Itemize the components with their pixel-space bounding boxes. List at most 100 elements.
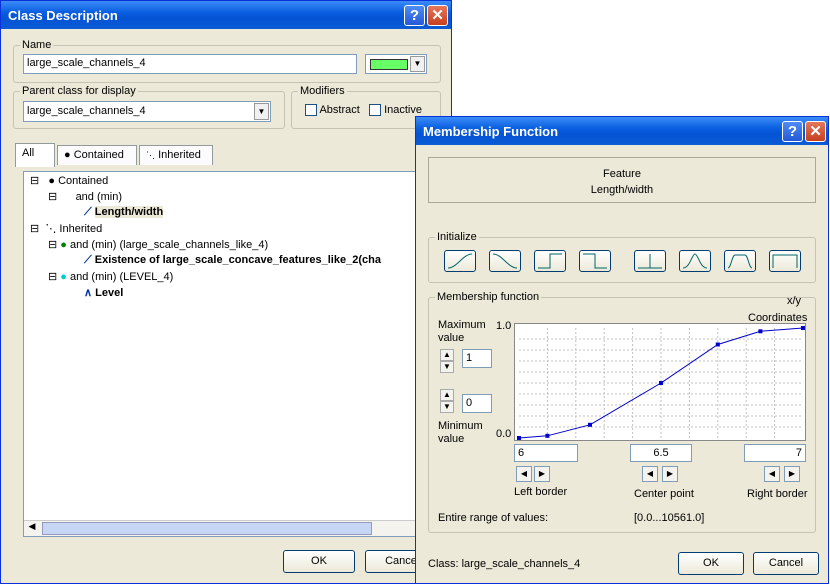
feature-value: Length/width bbox=[590, 184, 654, 196]
parent-class-select[interactable]: large_scale_channels_4 ▼ bbox=[23, 101, 271, 122]
class-label: Class: large_scale_channels_4 bbox=[428, 558, 581, 570]
membership-chart[interactable] bbox=[514, 323, 806, 441]
chevron-down-icon[interactable]: ▼ bbox=[254, 103, 269, 120]
green-circle-icon: ● bbox=[60, 239, 67, 251]
name-field[interactable]: large_scale_channels_4 bbox=[23, 54, 357, 74]
right-border-increase[interactable]: ▶ bbox=[784, 466, 800, 482]
function-icon: ⟋ bbox=[84, 206, 92, 218]
scroll-left-icon[interactable]: ◀ bbox=[24, 521, 40, 536]
chevron-down-icon[interactable]: ▼ bbox=[410, 56, 425, 72]
ok-label: OK bbox=[703, 557, 719, 569]
inactive-checkbox[interactable]: Inactive bbox=[369, 104, 422, 117]
close-icon[interactable]: ✕ bbox=[805, 121, 826, 142]
tree-node-and-min-level[interactable]: ⊟ ● and (min) (LEVEL_4) bbox=[48, 270, 173, 283]
color-picker[interactable]: ▼ bbox=[365, 54, 427, 74]
max-stepper[interactable]: ▲ ▼ bbox=[440, 349, 454, 373]
ok-button[interactable]: OK bbox=[283, 550, 355, 573]
close-icon[interactable]: ✕ bbox=[427, 5, 448, 26]
class-description-titlebar[interactable]: Class Description bbox=[1, 1, 451, 29]
abstract-check[interactable] bbox=[305, 104, 317, 117]
modifiers-label: Modifiers bbox=[298, 85, 347, 97]
tree-label: Inherited bbox=[59, 223, 103, 235]
tab-inherited[interactable]: ⋱ Inherited bbox=[139, 145, 213, 165]
class-tree[interactable]: ⊟ ● Contained ⊟ and (min) ⟋ Length/width… bbox=[23, 171, 443, 537]
tab-all[interactable]: All bbox=[15, 143, 55, 167]
scroll-thumb[interactable] bbox=[42, 522, 372, 535]
arrow-down-icon[interactable]: ▼ bbox=[440, 361, 454, 373]
cancel-label: Cance bbox=[385, 555, 417, 567]
right-border-decrease[interactable]: ◀ bbox=[764, 466, 780, 482]
name-label: Name bbox=[20, 39, 54, 51]
y-top-label: 1.0 bbox=[496, 320, 512, 332]
tree-label: and (min) bbox=[75, 191, 123, 203]
rectangle-icon bbox=[772, 254, 798, 268]
trapezoid-icon bbox=[727, 254, 753, 269]
min-value-field[interactable]: 0 bbox=[462, 394, 492, 413]
s-curve-button[interactable] bbox=[444, 250, 476, 272]
ok-label: OK bbox=[311, 555, 327, 567]
trapezoid-button[interactable] bbox=[724, 250, 756, 272]
curve-point[interactable] bbox=[758, 329, 763, 334]
range-label: Entire range of values: bbox=[438, 512, 549, 524]
curve-point[interactable] bbox=[715, 342, 720, 347]
left-border-field[interactable]: 6 bbox=[514, 444, 578, 462]
arrow-up-icon[interactable]: ▲ bbox=[440, 349, 454, 361]
tree-node-length-width[interactable]: ⟋ Length/width bbox=[84, 206, 164, 219]
abstract-checkbox[interactable]: Abstract bbox=[305, 104, 360, 117]
step-down-button[interactable] bbox=[579, 250, 611, 272]
step-up-button[interactable] bbox=[534, 250, 566, 272]
curve-point[interactable] bbox=[545, 433, 550, 438]
arrow-up-icon[interactable]: ▲ bbox=[440, 389, 454, 401]
xy-label: x/y bbox=[787, 295, 802, 307]
tab-contained[interactable]: ● Contained bbox=[57, 145, 137, 165]
curve-point[interactable] bbox=[659, 381, 663, 385]
ok-button[interactable]: OK bbox=[678, 552, 744, 575]
tree-node-and-min-channels[interactable]: ⊟ ● and (min) (large_scale_channels_like… bbox=[48, 238, 268, 251]
curve-point[interactable] bbox=[801, 326, 805, 330]
right-border-field[interactable]: 7 bbox=[744, 444, 806, 462]
tree-label: Level bbox=[95, 287, 124, 299]
z-curve-button[interactable] bbox=[489, 250, 521, 272]
arrow-down-icon[interactable]: ▼ bbox=[440, 401, 454, 413]
max-label: Maximum value bbox=[438, 319, 486, 344]
curve-point[interactable] bbox=[588, 422, 592, 427]
step-up-icon bbox=[538, 253, 562, 269]
left-border-decrease[interactable]: ◀ bbox=[516, 466, 532, 482]
horizontal-scrollbar[interactable]: ◀ bbox=[24, 520, 442, 536]
feature-label: Feature bbox=[603, 168, 641, 180]
bell-curve-icon bbox=[682, 253, 708, 269]
triangle-button[interactable] bbox=[679, 250, 711, 272]
tree-node-level[interactable]: ∧ Level bbox=[84, 286, 123, 299]
curve-point[interactable] bbox=[517, 436, 521, 440]
membership-function-titlebar[interactable]: Membership Function bbox=[416, 117, 828, 145]
rectangle-button[interactable] bbox=[769, 250, 801, 272]
inherit-icon: ⋱ bbox=[146, 150, 155, 160]
tree-node-inherited[interactable]: ⊟ ⋱ Inherited bbox=[30, 222, 102, 235]
max-value-field[interactable]: 1 bbox=[462, 349, 492, 368]
cancel-label: Cancel bbox=[768, 557, 804, 569]
help-icon[interactable]: ? bbox=[782, 121, 803, 142]
center-point-label: Center point bbox=[634, 488, 694, 500]
left-border-increase[interactable]: ▶ bbox=[534, 466, 550, 482]
tree-node-and-min[interactable]: ⊟ and (min) bbox=[48, 190, 122, 203]
singleton-button[interactable] bbox=[634, 250, 666, 272]
tree-label: Existence of large_scale_concave_feature… bbox=[94, 254, 381, 266]
tree-node-existence[interactable]: ⟋ Existence of large_scale_concave_featu… bbox=[84, 254, 381, 267]
center-decrease[interactable]: ◀ bbox=[642, 466, 658, 482]
abstract-label: Abstract bbox=[319, 104, 360, 116]
dot-icon: ● bbox=[64, 149, 71, 161]
min-stepper[interactable]: ▲ ▼ bbox=[440, 389, 454, 413]
cancel-button[interactable]: Cancel bbox=[753, 552, 819, 575]
step-down-icon bbox=[583, 253, 607, 269]
min-label: Minimum value bbox=[438, 420, 483, 445]
center-point-field[interactable]: 6.5 bbox=[630, 444, 692, 462]
tree-label: Length/width bbox=[94, 206, 164, 218]
tree-node-contained[interactable]: ⊟ ● Contained bbox=[30, 174, 108, 187]
help-icon[interactable]: ? bbox=[404, 5, 425, 26]
initialize-group: Initialize bbox=[428, 231, 816, 283]
tab-all-label: All bbox=[22, 147, 35, 159]
tree-label: Contained bbox=[58, 175, 109, 187]
center-increase[interactable]: ▶ bbox=[662, 466, 678, 482]
inactive-check[interactable] bbox=[369, 104, 381, 117]
function-icon: ⟋ bbox=[84, 254, 92, 266]
